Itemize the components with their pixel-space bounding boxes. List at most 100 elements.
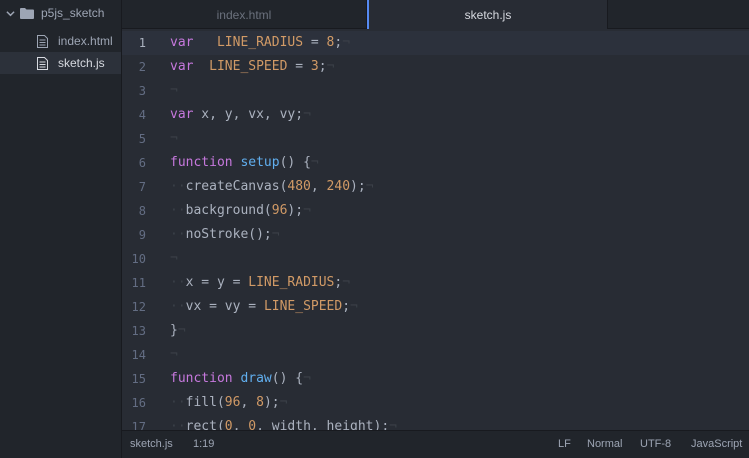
status-file-name[interactable]: sketch.js	[130, 431, 173, 458]
code-line[interactable]: 1 var LINE_RADIUS = 8;¬	[122, 31, 749, 55]
code-token: function	[170, 371, 233, 386]
code-token: );	[263, 395, 280, 410]
line-number: 3	[138, 84, 146, 98]
code-token: () {	[271, 371, 304, 386]
code-line[interactable]: 2 var LINE_SPEED = 3;¬	[122, 55, 749, 79]
code-token: LINE_SPEED	[209, 59, 288, 74]
project-name: p5js_sketch	[41, 6, 105, 20]
code-line[interactable]: 9 ··noStroke();¬	[122, 223, 749, 247]
code-line[interactable]: 11 ··x = y = LINE_RADIUS;¬	[122, 271, 749, 295]
line-number: 16	[131, 396, 146, 410]
code-token: }	[170, 323, 178, 338]
code-line[interactable]: 12 ··vx = vy = LINE_SPEED;¬	[122, 295, 749, 319]
file-icon	[37, 56, 48, 70]
code-token: ··	[170, 395, 186, 410]
code-text: ··rect(0, 0, width, height);¬	[170, 415, 397, 430]
status-encoding[interactable]: UTF-8	[640, 431, 671, 458]
line-number: 15	[131, 372, 146, 386]
code-text: ¬	[170, 343, 178, 367]
line-number: 4	[138, 108, 146, 122]
tree-project-folder[interactable]: p5js_sketch	[0, 2, 121, 24]
code-token: function	[170, 155, 233, 170]
code-token: 240	[326, 179, 351, 194]
line-number: 7	[138, 180, 146, 194]
code-line[interactable]: 7 ··createCanvas(480, 240);¬	[122, 175, 749, 199]
code-line[interactable]: 10 ¬	[122, 247, 749, 271]
status-line-ending[interactable]: LF	[558, 431, 571, 458]
code-token: ,	[232, 419, 249, 430]
line-number: 9	[138, 228, 146, 242]
code-token: =	[287, 59, 311, 74]
code-text: function setup() {¬	[170, 151, 319, 175]
line-number: 10	[131, 252, 146, 266]
code-token: ··	[170, 299, 186, 314]
code-token: () {	[279, 155, 311, 170]
code-line[interactable]: 14 ¬	[122, 343, 749, 367]
code-token: rect(	[185, 419, 225, 430]
line-number: 1	[138, 36, 146, 50]
code-token: ¬	[303, 203, 311, 218]
code-token: ;	[318, 59, 327, 74]
tree-file-label: index.html	[58, 34, 113, 48]
code-line[interactable]: 6 function setup() {¬	[122, 151, 749, 175]
code-text: function draw() {¬	[170, 367, 311, 391]
line-number: 14	[131, 348, 146, 362]
code-line[interactable]: 5 ¬	[122, 127, 749, 151]
code-line[interactable]: 16 ··fill(96, 8);¬	[122, 391, 749, 415]
code-editor[interactable]: 1 var LINE_RADIUS = 8;¬ 2 var LINE_SPEED = …	[122, 29, 749, 430]
line-number: 5	[138, 132, 146, 146]
code-token: );	[287, 203, 304, 218]
code-token: var	[170, 107, 194, 122]
code-token: LINE_RADIUS	[216, 35, 304, 50]
line-number: 6	[138, 156, 146, 170]
tree-file-index-html[interactable]: index.html	[0, 30, 121, 52]
status-bar: sketch.js 1:19 LF Normal UTF-8 JavaScrip…	[122, 430, 749, 458]
tab-sketch-js[interactable]: sketch.js	[367, 0, 608, 30]
code-token: createCanvas(	[185, 179, 288, 194]
code-text: }¬	[170, 319, 186, 343]
folder-icon	[20, 7, 34, 19]
code-text: ··vx = vy = LINE_SPEED;¬	[170, 295, 358, 319]
tree-view: p5js_sketch index.html sketch.js	[0, 0, 122, 458]
code-line[interactable]: 3 ¬	[122, 79, 749, 103]
tab-label: sketch.js	[464, 8, 512, 22]
code-token: x = y =	[185, 275, 249, 290]
code-line[interactable]: 8 ··background(96);¬	[122, 199, 749, 223]
code-text: ··background(96);¬	[170, 199, 311, 223]
code-token: ¬	[342, 35, 351, 50]
code-text: ··x = y = LINE_RADIUS;¬	[170, 271, 350, 295]
code-text: ¬	[170, 247, 178, 271]
code-token: draw	[240, 371, 272, 386]
code-line[interactable]: 17 ··rect(0, 0, width, height);¬	[122, 415, 749, 430]
code-token: ,	[310, 179, 327, 194]
code-line[interactable]: 15 function draw() {¬	[122, 367, 749, 391]
code-token: 96	[271, 203, 288, 218]
tab-index-html[interactable]: index.html	[122, 0, 367, 29]
code-token: fill(	[185, 395, 225, 410]
code-line[interactable]: 4 var x, y, vx, vy;¬	[122, 103, 749, 127]
status-mode[interactable]: Normal	[587, 431, 622, 458]
code-token: ¬	[326, 59, 335, 74]
code-token: 3	[310, 59, 319, 74]
code-token: , width, height);	[256, 419, 390, 430]
code-token: ¬	[342, 275, 351, 290]
line-number: 11	[131, 276, 146, 290]
code-line[interactable]: 13}¬	[122, 319, 749, 343]
code-token: x, y, vx, vy;	[193, 107, 304, 122]
code-token: ¬	[170, 83, 178, 98]
code-token: ¬	[303, 371, 311, 386]
tab-label: index.html	[216, 7, 272, 22]
code-token: 480	[287, 179, 311, 194]
tree-file-sketch-js[interactable]: sketch.js	[0, 52, 121, 74]
code-token: ¬	[303, 107, 311, 122]
code-token: LINE_SPEED	[263, 299, 343, 314]
code-token: ··	[170, 419, 186, 430]
code-token: ··	[170, 227, 186, 242]
code-text: ¬	[170, 127, 178, 151]
line-number: 2	[138, 60, 146, 74]
status-cursor-position[interactable]: 1:19	[193, 431, 214, 458]
status-grammar[interactable]: JavaScript	[691, 431, 742, 458]
line-number: 8	[138, 204, 146, 218]
